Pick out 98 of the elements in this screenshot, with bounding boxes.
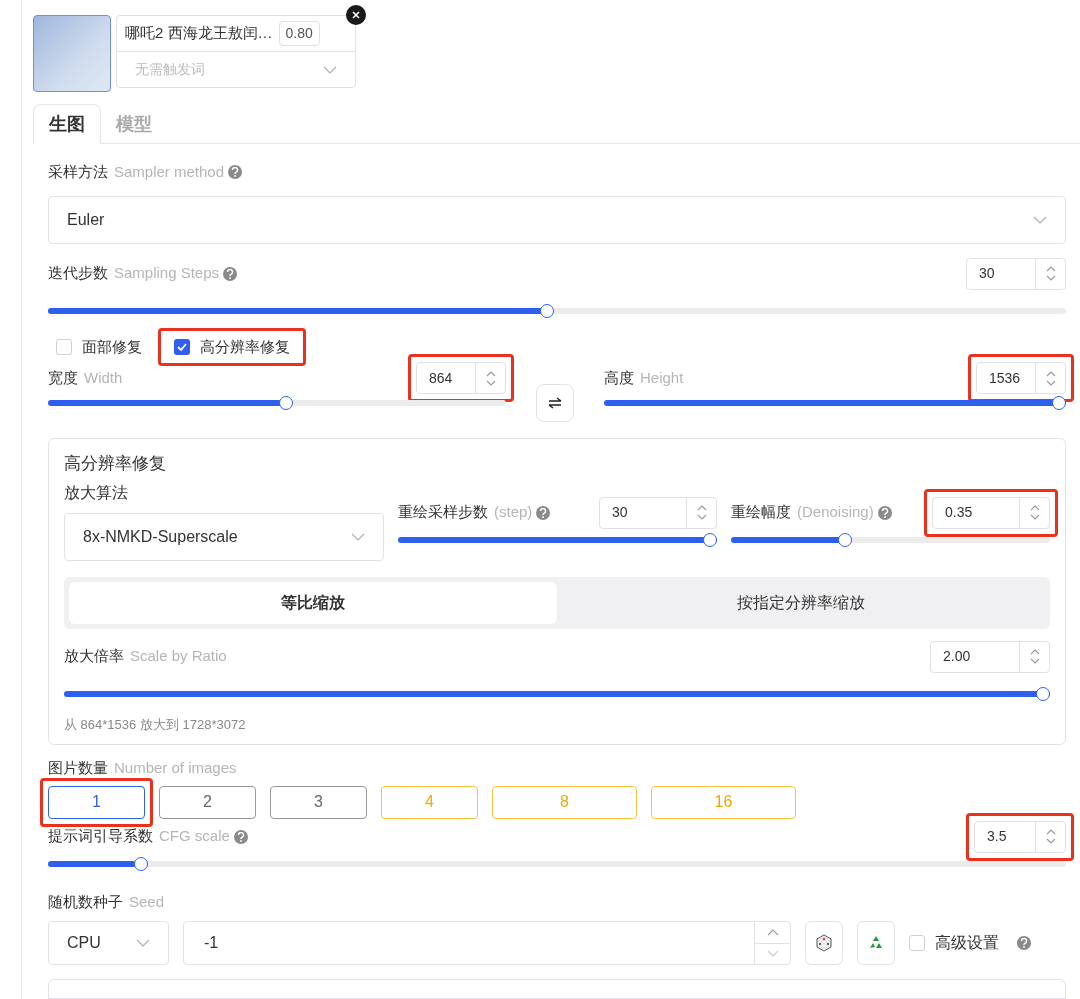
- field-hint: Seed: [129, 891, 165, 912]
- weight-field[interactable]: 0.80: [278, 21, 320, 46]
- seed-field[interactable]: -1: [183, 921, 791, 965]
- field-hint: (step): [494, 502, 533, 523]
- upscaler-select[interactable]: 8x-NMKD-Superscale: [64, 512, 384, 561]
- stepper-up-icon[interactable]: [485, 370, 496, 377]
- close-icon: [352, 11, 360, 19]
- field-hint: Number of images: [114, 758, 237, 778]
- count-option[interactable]: 2: [159, 785, 256, 819]
- stepper-up-icon[interactable]: [1045, 370, 1056, 377]
- stepper-up-icon[interactable]: [1029, 505, 1040, 511]
- help-icon[interactable]: [228, 165, 243, 180]
- slider-thumb[interactable]: [703, 532, 717, 547]
- field-label: 放大倍率: [64, 646, 124, 667]
- field-hint: CFG scale: [159, 826, 230, 847]
- chevron-down-icon: [1033, 215, 1047, 224]
- device-select[interactable]: CPU: [48, 921, 169, 965]
- stepper-down-icon[interactable]: [1045, 838, 1056, 844]
- slider[interactable]: [48, 396, 506, 410]
- field-label: 采样方法: [48, 162, 108, 182]
- tab[interactable]: 生图: [33, 104, 101, 144]
- field-hint: Sampling Steps: [114, 263, 220, 284]
- slider[interactable]: [398, 532, 717, 547]
- checkbox-option[interactable]: 高分辨率修复: [166, 335, 298, 358]
- stepper-down-icon[interactable]: [1045, 379, 1056, 386]
- field-hint: Height: [640, 367, 684, 388]
- mode-tab[interactable]: 等比缩放: [69, 581, 557, 624]
- random-seed-button[interactable]: [805, 921, 843, 965]
- stepper-up-icon[interactable]: [1045, 266, 1056, 272]
- swap-icon: [548, 397, 562, 409]
- help-icon[interactable]: [536, 505, 551, 520]
- field-hint: Width: [84, 367, 123, 388]
- stepper-down-icon[interactable]: [1029, 658, 1040, 664]
- chevron-down-icon: [323, 65, 337, 74]
- count-option[interactable]: 1: [48, 785, 145, 819]
- close-button[interactable]: [346, 5, 366, 25]
- number-field[interactable]: 30: [599, 496, 717, 529]
- dice-icon: [815, 934, 833, 952]
- slider[interactable]: [48, 303, 1066, 318]
- number-field[interactable]: 0.35: [932, 496, 1050, 529]
- checkbox[interactable]: [174, 338, 190, 355]
- number-field[interactable]: 1536: [976, 362, 1066, 394]
- field-label: 高度: [604, 367, 634, 388]
- lora-name: 哪吒2 西海龙王敖闰…: [125, 23, 273, 44]
- field-label: 提示词引导系数: [48, 826, 153, 847]
- slider-thumb[interactable]: [837, 532, 852, 547]
- field-hint: Scale by Ratio: [130, 646, 227, 667]
- slider[interactable]: [48, 856, 1066, 871]
- slider-thumb[interactable]: [134, 856, 149, 871]
- field-label: 重绘采样步数: [398, 502, 488, 523]
- checkbox-label: 高级设置: [935, 933, 999, 953]
- field-label: 迭代步数: [48, 263, 108, 284]
- slider-thumb[interactable]: [1052, 396, 1066, 410]
- recycle-seed-button[interactable]: [857, 921, 895, 965]
- stepper-up-icon[interactable]: [1029, 649, 1040, 655]
- field-hint: (Denoising): [797, 502, 874, 523]
- checkbox-label: 面部修复: [82, 336, 142, 357]
- field-label: 重绘幅度: [731, 502, 791, 523]
- mode-tab[interactable]: 按指定分辨率缩放: [557, 581, 1045, 624]
- scale-note: 从 864*1536 放大到 1728*3072: [64, 715, 247, 734]
- stepper-down-icon[interactable]: [485, 379, 496, 386]
- slider[interactable]: [64, 686, 1050, 701]
- stepper-down-icon[interactable]: [696, 514, 707, 520]
- slider-thumb[interactable]: [539, 303, 554, 318]
- checkbox[interactable]: [56, 338, 72, 355]
- field-hint: Sampler method: [114, 162, 225, 182]
- number-field[interactable]: 2.00: [930, 640, 1050, 673]
- help-icon[interactable]: [1017, 936, 1031, 950]
- help-icon[interactable]: [877, 505, 892, 520]
- number-field[interactable]: 3.5: [974, 820, 1066, 853]
- slider-thumb[interactable]: [278, 396, 293, 410]
- swap-button[interactable]: [536, 384, 574, 422]
- stepper-down-icon[interactable]: [1029, 514, 1040, 520]
- stepper-up-icon[interactable]: [766, 928, 779, 936]
- field-label: 放大算法: [64, 482, 129, 503]
- checkbox[interactable]: [909, 935, 925, 951]
- count-option[interactable]: 3: [270, 785, 367, 819]
- chevron-down-icon: [136, 939, 150, 947]
- stepper-down-icon[interactable]: [1045, 275, 1056, 281]
- field-label: 宽度: [48, 367, 78, 388]
- slider[interactable]: [731, 532, 1050, 547]
- number-field[interactable]: 30: [966, 257, 1066, 290]
- advanced-checkbox[interactable]: 高级设置: [909, 931, 999, 955]
- checkbox-option[interactable]: 面部修复: [48, 335, 150, 358]
- checkbox-label: 高分辨率修复: [200, 336, 290, 357]
- stepper-up-icon[interactable]: [1045, 829, 1056, 835]
- help-icon[interactable]: [223, 266, 238, 281]
- panel-title: 高分辨率修复: [64, 453, 167, 475]
- help-icon[interactable]: [233, 829, 248, 844]
- field-label: 随机数种子: [48, 891, 123, 912]
- number-field[interactable]: 864: [416, 362, 506, 394]
- slider-thumb[interactable]: [1036, 686, 1050, 701]
- field-label: 图片数量: [48, 758, 108, 778]
- check-icon: [177, 342, 187, 351]
- chevron-down-icon: [351, 532, 365, 541]
- slider[interactable]: [604, 396, 1066, 410]
- stepper-up-icon[interactable]: [696, 505, 707, 511]
- sampler-select[interactable]: Euler: [48, 195, 1066, 244]
